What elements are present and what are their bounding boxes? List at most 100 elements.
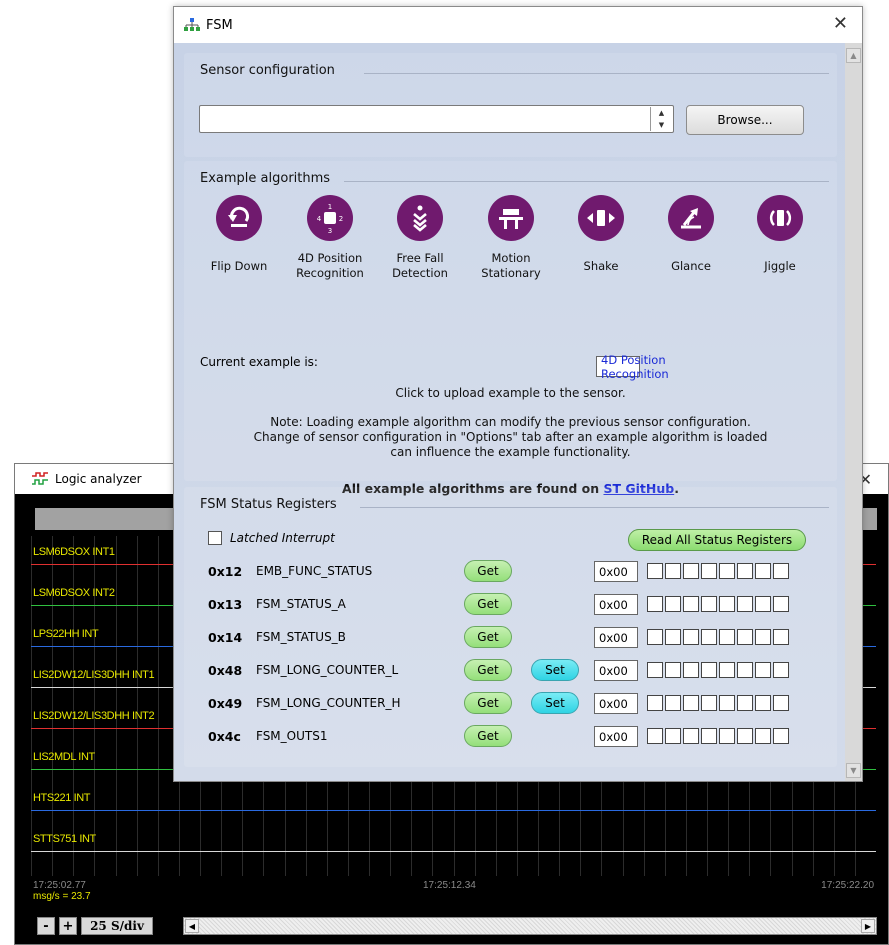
bit-checkbox[interactable] (737, 728, 753, 744)
jiggle-icon[interactable] (757, 195, 803, 241)
algo-free-fall[interactable]: Free Fall Detection (378, 195, 462, 281)
bit-checkbox[interactable] (665, 695, 681, 711)
register-value-field[interactable]: 0x00 (594, 660, 638, 681)
zoom-out-button[interactable]: - (37, 917, 55, 935)
bit-checkbox[interactable] (719, 563, 735, 579)
bit-checkbox[interactable] (737, 662, 753, 678)
bit-checkbox[interactable] (755, 563, 771, 579)
bit-checkbox[interactable] (755, 728, 771, 744)
bit-checkbox[interactable] (737, 596, 753, 612)
algo-flip-down[interactable]: Flip Down (197, 195, 281, 281)
bit-checkbox[interactable] (683, 728, 699, 744)
bit-checkbox[interactable] (683, 596, 699, 612)
bit-checkbox[interactable] (755, 596, 771, 612)
bit-checkbox[interactable] (773, 695, 789, 711)
bit-checkbox[interactable] (701, 563, 717, 579)
sensor-config-combobox[interactable] (199, 105, 674, 133)
bit-checkbox[interactable] (719, 662, 735, 678)
bit-checkbox[interactable] (737, 629, 753, 645)
latched-interrupt-option[interactable]: Latched Interrupt (208, 531, 335, 545)
bit-checkbox[interactable] (647, 662, 663, 678)
bit-checkbox[interactable] (719, 695, 735, 711)
bit-checkbox[interactable] (719, 629, 735, 645)
set-button[interactable]: Set (531, 659, 579, 681)
register-value-field[interactable]: 0x00 (594, 726, 638, 747)
glance-icon[interactable] (668, 195, 714, 241)
bit-checkbox[interactable] (773, 662, 789, 678)
horizontal-scrollbar[interactable]: ◀ ▶ (183, 917, 877, 935)
scroll-down-icon[interactable]: ▼ (846, 763, 861, 778)
bit-checkbox[interactable] (647, 596, 663, 612)
set-button[interactable]: Set (531, 692, 579, 714)
get-button[interactable]: Get (464, 626, 512, 648)
fsm-close-icon[interactable]: ✕ (833, 15, 848, 33)
bit-checkbox[interactable] (701, 695, 717, 711)
get-button[interactable]: Get (464, 560, 512, 582)
scroll-left-icon[interactable]: ◀ (185, 919, 199, 933)
browse-button[interactable]: Browse... (686, 105, 804, 135)
register-value-field[interactable]: 0x00 (594, 627, 638, 648)
current-example: Current example is: 4D Position Recognit… (200, 353, 669, 381)
zoom-in-button[interactable]: + (59, 917, 77, 935)
algo-4d-position[interactable]: 1234 4D Position Recognition (288, 195, 372, 281)
motion-stationary-icon[interactable] (488, 195, 534, 241)
algo-jiggle[interactable]: Jiggle (738, 195, 822, 281)
fsm-titlebar[interactable]: FSM ✕ (174, 7, 862, 43)
register-value-field[interactable]: 0x00 (594, 561, 638, 582)
register-bits (647, 728, 789, 744)
bit-checkbox[interactable] (683, 695, 699, 711)
bit-checkbox[interactable] (665, 728, 681, 744)
get-button[interactable]: Get (464, 692, 512, 714)
read-all-status-registers-button[interactable]: Read All Status Registers (628, 529, 806, 551)
algo-glance[interactable]: Glance (649, 195, 733, 281)
bit-checkbox[interactable] (647, 695, 663, 711)
bit-checkbox[interactable] (665, 596, 681, 612)
flip-down-icon[interactable] (216, 195, 262, 241)
bit-checkbox[interactable] (647, 563, 663, 579)
bit-checkbox[interactable] (647, 728, 663, 744)
scroll-up-icon[interactable]: ▲ (846, 48, 861, 63)
algo-motion-stationary[interactable]: Motion Stationary (469, 195, 553, 281)
bit-checkbox[interactable] (737, 695, 753, 711)
bit-checkbox[interactable] (773, 563, 789, 579)
sensor-config-spinner[interactable]: ▲ ▼ (650, 107, 672, 131)
bit-checkbox[interactable] (665, 662, 681, 678)
bit-checkbox[interactable] (755, 629, 771, 645)
get-button[interactable]: Get (464, 593, 512, 615)
bit-checkbox[interactable] (719, 728, 735, 744)
bit-checkbox[interactable] (647, 629, 663, 645)
4d-position-icon[interactable]: 1234 (307, 195, 353, 241)
register-value-field[interactable]: 0x00 (594, 693, 638, 714)
channel-label: STTS751 INT (33, 833, 96, 845)
scroll-right-icon[interactable]: ▶ (861, 919, 875, 933)
shake-icon[interactable] (578, 195, 624, 241)
bit-checkbox[interactable] (773, 629, 789, 645)
bit-checkbox[interactable] (701, 728, 717, 744)
latched-interrupt-checkbox[interactable] (208, 531, 222, 545)
get-button[interactable]: Get (464, 659, 512, 681)
bit-checkbox[interactable] (701, 629, 717, 645)
fsm-vertical-scrollbar[interactable]: ▲ ▼ (845, 43, 862, 781)
bit-checkbox[interactable] (701, 662, 717, 678)
bit-checkbox[interactable] (683, 662, 699, 678)
bit-checkbox[interactable] (701, 596, 717, 612)
get-button[interactable]: Get (464, 725, 512, 747)
register-address: 0x4c (208, 729, 241, 744)
bit-checkbox[interactable] (683, 629, 699, 645)
bit-checkbox[interactable] (683, 563, 699, 579)
free-fall-icon[interactable] (397, 195, 443, 241)
register-address: 0x49 (208, 696, 243, 711)
bit-checkbox[interactable] (773, 728, 789, 744)
bit-checkbox[interactable] (773, 596, 789, 612)
spin-down-icon[interactable]: ▼ (651, 119, 672, 131)
algo-shake[interactable]: Shake (559, 195, 643, 281)
bit-checkbox[interactable] (755, 662, 771, 678)
bit-checkbox[interactable] (737, 563, 753, 579)
channel-label: LPS22HH INT (33, 628, 99, 640)
spin-up-icon[interactable]: ▲ (651, 107, 672, 119)
bit-checkbox[interactable] (755, 695, 771, 711)
bit-checkbox[interactable] (665, 629, 681, 645)
register-value-field[interactable]: 0x00 (594, 594, 638, 615)
bit-checkbox[interactable] (719, 596, 735, 612)
bit-checkbox[interactable] (665, 563, 681, 579)
